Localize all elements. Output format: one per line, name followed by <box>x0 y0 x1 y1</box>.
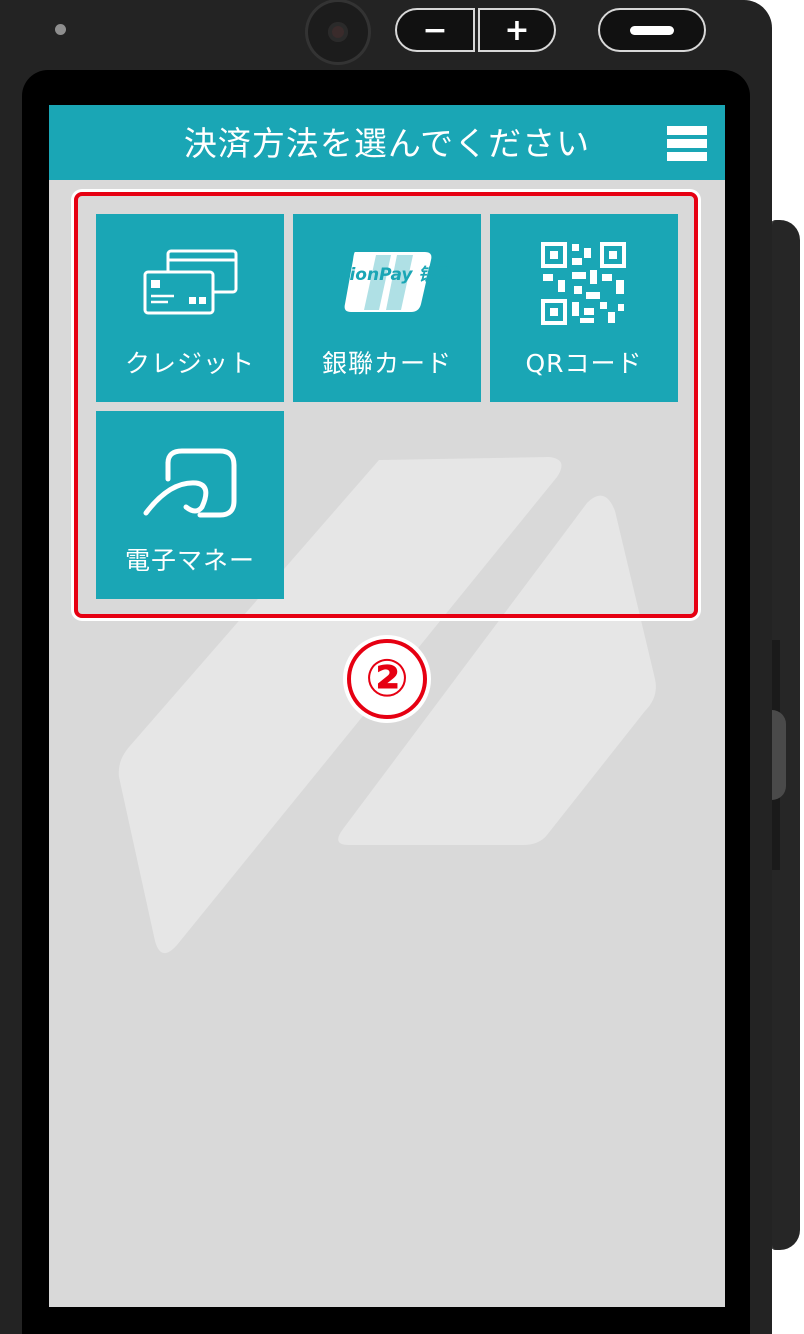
volume-down-button[interactable]: − <box>395 8 475 52</box>
payment-tile-credit[interactable]: クレジット <box>96 214 284 402</box>
payment-tile-label: クレジット <box>124 349 255 378</box>
step-number-marker: ② <box>347 639 427 719</box>
payment-tile-unionpay[interactable]: UnionPay 银联 銀聯カード <box>293 214 481 402</box>
payment-tile-label: 電子マネー <box>124 546 255 575</box>
payment-tile-label: QRコード <box>525 349 643 378</box>
side-button[interactable] <box>772 710 786 800</box>
volume-up-button[interactable]: + <box>478 8 556 52</box>
status-led <box>55 24 66 35</box>
hamburger-menu-icon[interactable] <box>667 126 707 162</box>
camera-lens <box>308 2 368 62</box>
payment-tile-label: 銀聯カード <box>321 349 452 378</box>
page-title: 決済方法を選んでください <box>183 124 591 163</box>
payment-tile-qr[interactable]: QRコード <box>490 214 678 402</box>
app-header: 決済方法を選んでください <box>49 105 725 180</box>
unionpay-logo-text: UnionPay 银联 <box>324 265 456 285</box>
power-button[interactable] <box>598 8 706 52</box>
payment-tile-emoney[interactable]: 電子マネー <box>96 411 284 599</box>
